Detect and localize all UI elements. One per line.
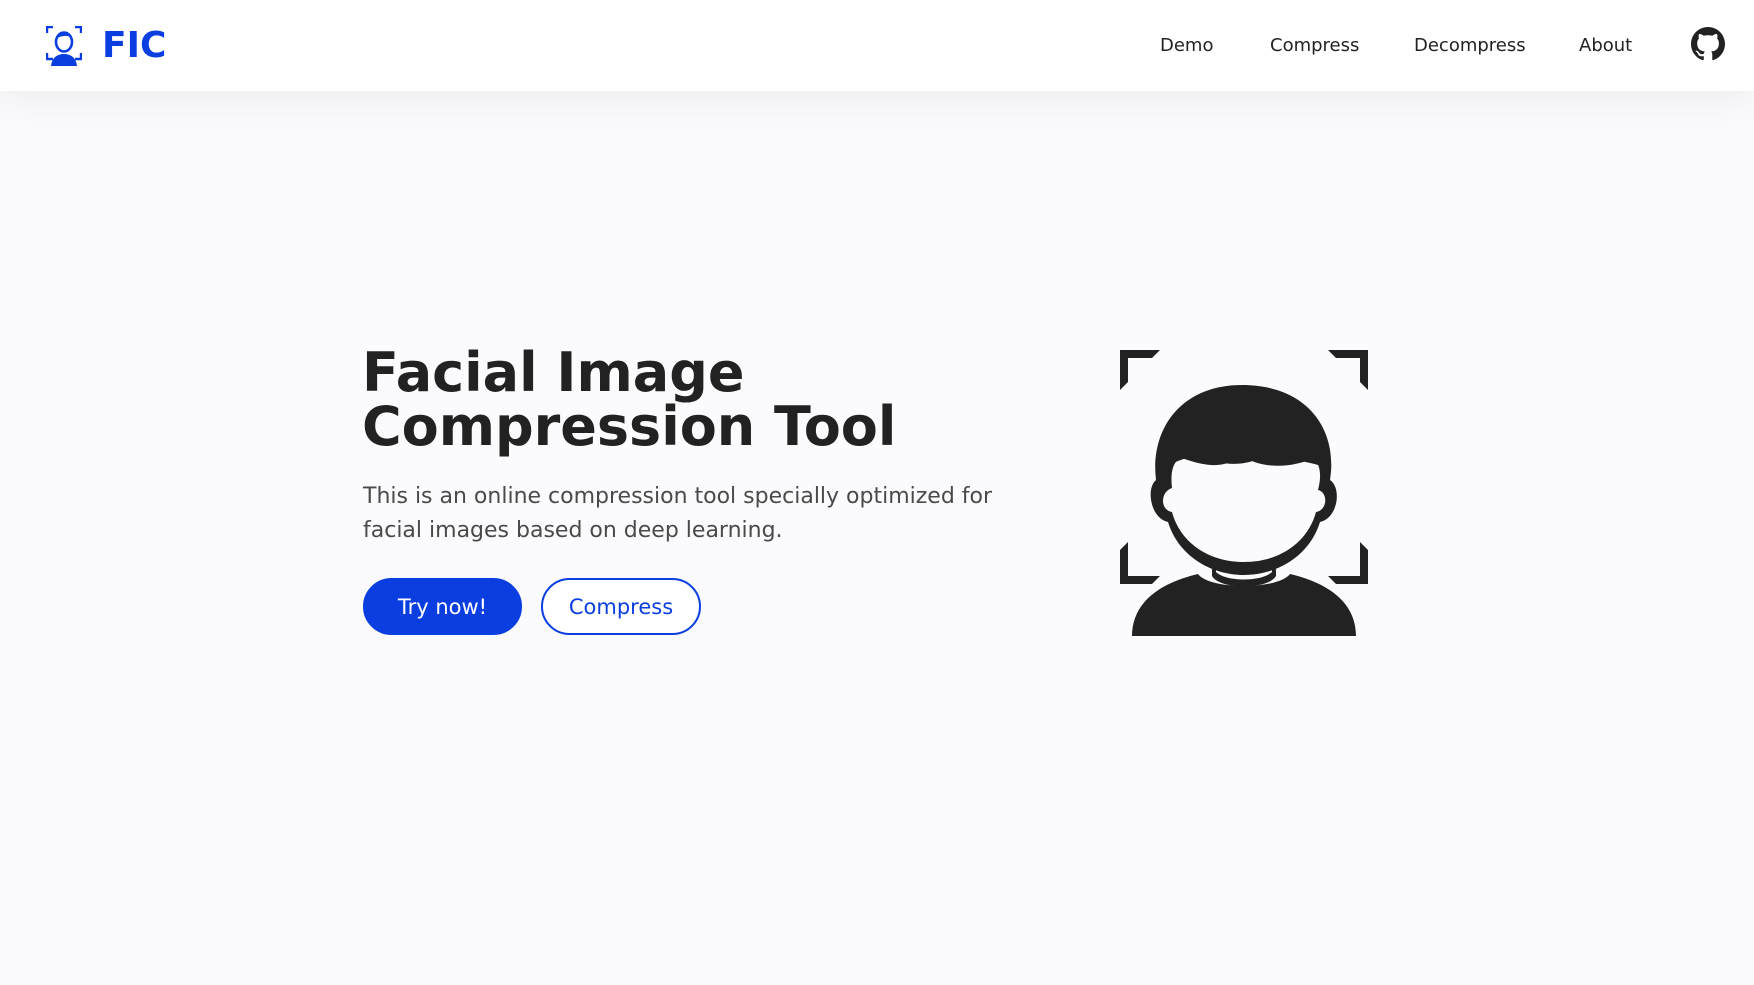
hero-description: This is an online compression tool speci… xyxy=(363,484,993,543)
hero-title: Facial Image Compression Tool xyxy=(362,346,1002,454)
compress-button[interactable]: Compress xyxy=(541,578,701,635)
nav-link-demo[interactable]: Demo xyxy=(1160,34,1213,58)
github-link[interactable] xyxy=(1691,27,1725,61)
nav-links: Demo Compress Decompress About xyxy=(0,0,1754,91)
nav-link-about[interactable]: About xyxy=(1579,34,1632,58)
hero-title-line2: Compression Tool xyxy=(362,395,897,458)
github-icon xyxy=(1691,27,1725,61)
try-now-button[interactable]: Try now! xyxy=(363,578,522,635)
nav-link-compress[interactable]: Compress xyxy=(1270,34,1359,58)
nav-link-decompress[interactable]: Decompress xyxy=(1414,34,1526,58)
navbar: FIC Demo Compress Decompress About xyxy=(0,0,1754,91)
face-recognition-icon xyxy=(1120,350,1368,636)
